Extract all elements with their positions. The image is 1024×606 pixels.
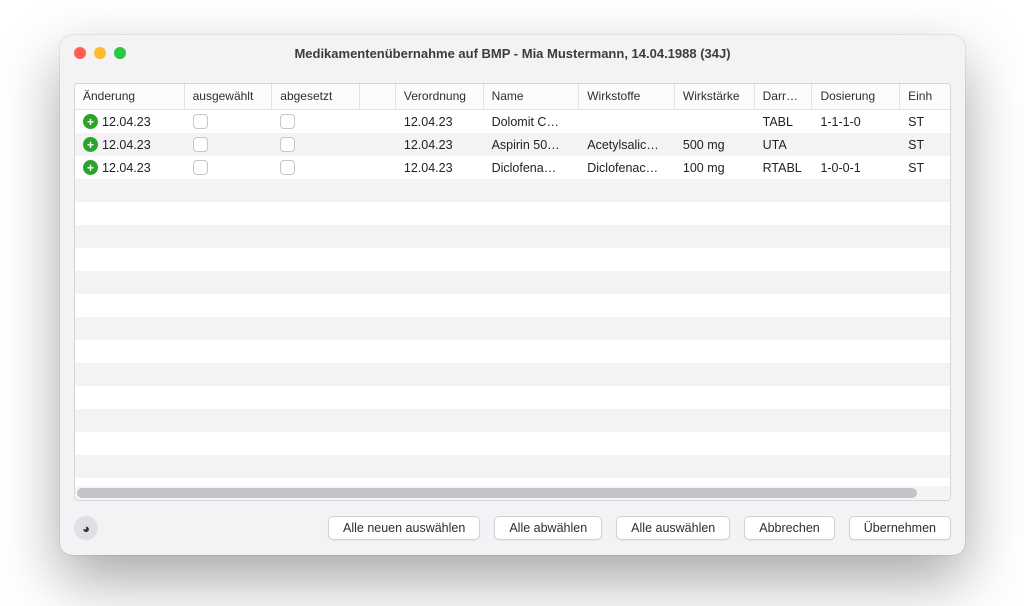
minimize-window-button[interactable] bbox=[94, 47, 106, 59]
refresh-button[interactable]: ◕ bbox=[74, 516, 98, 540]
ausgewaehlt-checkbox[interactable] bbox=[193, 137, 208, 152]
aenderung-date: 12.04.23 bbox=[102, 138, 151, 152]
cell-abgesetzt bbox=[272, 110, 360, 133]
ausgewaehlt-checkbox[interactable] bbox=[193, 160, 208, 175]
cell-abgesetzt bbox=[272, 133, 360, 156]
plus-icon bbox=[83, 137, 98, 152]
traffic-lights bbox=[74, 47, 126, 59]
cell-dosierung: 1-1-1-0 bbox=[812, 110, 900, 133]
deselect-all-button[interactable]: Alle abwählen bbox=[494, 516, 602, 540]
cell-ausgewaehlt bbox=[185, 110, 273, 133]
content-area: Änderung ausgewählt abgesetzt Verordnung… bbox=[60, 73, 965, 501]
cell-name: Dolomit C… bbox=[484, 110, 580, 133]
column-header-name[interactable]: Name bbox=[484, 84, 580, 109]
aenderung-date: 12.04.23 bbox=[102, 161, 151, 175]
column-header-darreichung[interactable]: Darrei… bbox=[755, 84, 813, 109]
column-header-verordnung[interactable]: Verordnung bbox=[396, 84, 484, 109]
column-header-dosierung[interactable]: Dosierung bbox=[812, 84, 900, 109]
table-row bbox=[75, 179, 950, 202]
ausgewaehlt-checkbox[interactable] bbox=[193, 114, 208, 129]
table-row[interactable]: 12.04.2312.04.23Aspirin 50…Acetylsalic…5… bbox=[75, 133, 950, 156]
select-all-button[interactable]: Alle auswählen bbox=[616, 516, 730, 540]
abgesetzt-checkbox[interactable] bbox=[280, 137, 295, 152]
table-row bbox=[75, 294, 950, 317]
cell-verordnung: 12.04.23 bbox=[396, 133, 484, 156]
table-row bbox=[75, 340, 950, 363]
refresh-icon: ◕ bbox=[82, 521, 90, 536]
cell-einheit: ST bbox=[900, 156, 950, 179]
column-header-spacer bbox=[360, 84, 396, 109]
cell-spacer bbox=[360, 133, 396, 156]
cell-name: Aspirin 50… bbox=[484, 133, 580, 156]
table-row bbox=[75, 386, 950, 409]
cell-wirkstaerke: 100 mg bbox=[675, 156, 755, 179]
table-row bbox=[75, 225, 950, 248]
table-row bbox=[75, 432, 950, 455]
window-title: Medikamentenübernahme auf BMP - Mia Must… bbox=[294, 46, 730, 61]
cell-wirkstoffe: Acetylsalic… bbox=[579, 133, 675, 156]
horizontal-scrollbar-thumb[interactable] bbox=[77, 488, 917, 498]
cell-wirkstoffe bbox=[579, 110, 675, 133]
cell-dosierung bbox=[812, 133, 900, 156]
cell-darreichung: RTABL bbox=[755, 156, 813, 179]
cell-spacer bbox=[360, 110, 396, 133]
cell-aenderung: 12.04.23 bbox=[75, 110, 185, 133]
cell-darreichung: UTA bbox=[755, 133, 813, 156]
cell-verordnung: 12.04.23 bbox=[396, 110, 484, 133]
close-window-button[interactable] bbox=[74, 47, 86, 59]
column-header-aenderung[interactable]: Änderung bbox=[75, 84, 185, 109]
cancel-button[interactable]: Abbrechen bbox=[744, 516, 834, 540]
cell-wirkstaerke: 500 mg bbox=[675, 133, 755, 156]
table-row bbox=[75, 248, 950, 271]
column-header-einheit[interactable]: Einh bbox=[900, 84, 950, 109]
cell-einheit: ST bbox=[900, 133, 950, 156]
table-row bbox=[75, 317, 950, 340]
titlebar: Medikamentenübernahme auf BMP - Mia Must… bbox=[60, 35, 965, 73]
cell-ausgewaehlt bbox=[185, 133, 273, 156]
table-row bbox=[75, 455, 950, 478]
apply-button[interactable]: Übernehmen bbox=[849, 516, 951, 540]
cell-aenderung: 12.04.23 bbox=[75, 133, 185, 156]
cell-wirkstaerke bbox=[675, 110, 755, 133]
table-row bbox=[75, 363, 950, 386]
table-row bbox=[75, 202, 950, 225]
bottom-toolbar: ◕ Alle neuen auswählen Alle abwählen All… bbox=[60, 501, 965, 555]
cell-abgesetzt bbox=[272, 156, 360, 179]
column-header-wirkstaerke[interactable]: Wirkstärke bbox=[675, 84, 755, 109]
column-header-wirkstoffe[interactable]: Wirkstoffe bbox=[579, 84, 675, 109]
cell-ausgewaehlt bbox=[185, 156, 273, 179]
maximize-window-button[interactable] bbox=[114, 47, 126, 59]
table-row bbox=[75, 271, 950, 294]
plus-icon bbox=[83, 114, 98, 129]
plus-icon bbox=[83, 160, 98, 175]
table-row[interactable]: 12.04.2312.04.23Diclofena…Diclofenac…100… bbox=[75, 156, 950, 179]
medication-table: Änderung ausgewählt abgesetzt Verordnung… bbox=[74, 83, 951, 501]
cell-name: Diclofena… bbox=[484, 156, 580, 179]
table-row[interactable]: 12.04.2312.04.23Dolomit C…TABL1-1-1-0ST bbox=[75, 110, 950, 133]
table-row bbox=[75, 409, 950, 432]
column-header-abgesetzt[interactable]: abgesetzt bbox=[272, 84, 360, 109]
column-header-ausgewaehlt[interactable]: ausgewählt bbox=[185, 84, 273, 109]
cell-verordnung: 12.04.23 bbox=[396, 156, 484, 179]
horizontal-scrollbar[interactable] bbox=[75, 486, 950, 500]
abgesetzt-checkbox[interactable] bbox=[280, 160, 295, 175]
cell-aenderung: 12.04.23 bbox=[75, 156, 185, 179]
cell-einheit: ST bbox=[900, 110, 950, 133]
cell-dosierung: 1-0-0-1 bbox=[812, 156, 900, 179]
select-all-new-button[interactable]: Alle neuen auswählen bbox=[328, 516, 480, 540]
abgesetzt-checkbox[interactable] bbox=[280, 114, 295, 129]
cell-wirkstoffe: Diclofenac… bbox=[579, 156, 675, 179]
app-window: Medikamentenübernahme auf BMP - Mia Must… bbox=[60, 35, 965, 555]
cell-spacer bbox=[360, 156, 396, 179]
table-body: 12.04.2312.04.23Dolomit C…TABL1-1-1-0ST1… bbox=[75, 110, 950, 486]
cell-darreichung: TABL bbox=[755, 110, 813, 133]
table-header-row: Änderung ausgewählt abgesetzt Verordnung… bbox=[75, 84, 950, 110]
aenderung-date: 12.04.23 bbox=[102, 115, 151, 129]
